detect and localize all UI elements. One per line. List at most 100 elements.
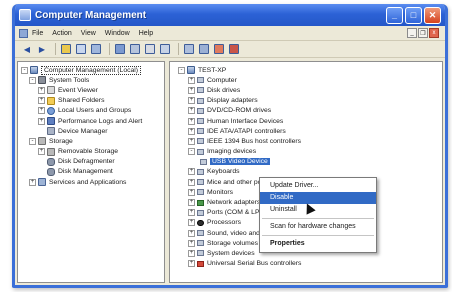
camera-icon [200, 158, 207, 165]
expand-toggle[interactable]: + [38, 107, 45, 115]
menu-file[interactable]: File [32, 30, 43, 37]
mdi-close-button[interactable]: x [429, 28, 439, 38]
scan-hardware-icon[interactable] [183, 43, 195, 55]
tree-item-disk-management[interactable]: Disk Management [20, 167, 162, 177]
minimize-button[interactable]: _ [386, 6, 403, 24]
collapse-toggle[interactable]: - [21, 66, 28, 74]
expand-toggle[interactable]: + [188, 178, 195, 186]
device-category-computer[interactable]: + Computer [172, 75, 440, 85]
device-category-disk-drives[interactable]: + Disk drives [172, 85, 440, 95]
device-manager-icon [47, 127, 55, 136]
device-category-label: IEEE 1394 Bus host controllers [207, 137, 302, 145]
context-update-driver[interactable]: Update Driver... [260, 180, 376, 192]
tree-item-label: Local Users and Groups [58, 107, 132, 115]
device-category-label: Disk drives [207, 86, 241, 94]
tree-item-system-tools[interactable]: - System Tools [20, 75, 162, 85]
window-title: Computer Management [35, 9, 147, 21]
print-icon[interactable] [144, 43, 156, 55]
device-category-ide-controllers[interactable]: + IDE ATA/ATAPI controllers [172, 126, 440, 136]
expand-toggle[interactable]: + [188, 168, 195, 176]
context-scan-hardware[interactable]: Scan for hardware changes [260, 221, 376, 233]
device-category-imaging-devices[interactable]: - Imaging devices [172, 147, 440, 157]
dvd-icon [197, 107, 204, 114]
menu-help[interactable]: Help [139, 30, 153, 37]
expand-toggle[interactable]: + [188, 249, 195, 257]
tree-item-performance-logs[interactable]: + Performance Logs and Alert [20, 116, 162, 126]
tree-item-disk-defragmenter[interactable]: Disk Defragmenter [20, 157, 162, 167]
computer-icon [187, 66, 195, 75]
device-category-dvd-drives[interactable]: + DVD/CD-ROM drives [172, 106, 440, 116]
back-arrow-icon[interactable]: ◀ [21, 43, 33, 55]
device-category-label: Human Interface Devices [207, 117, 284, 125]
tree-item-local-users[interactable]: + Local Users and Groups [20, 106, 162, 116]
expand-toggle[interactable]: + [188, 219, 195, 227]
tree-item-event-viewer[interactable]: + Event Viewer [20, 85, 162, 95]
display-icon [197, 97, 204, 104]
tree-item-services-applications[interactable]: + Services and Applications [20, 177, 162, 187]
tree-item-storage[interactable]: - Storage [20, 136, 162, 146]
title-bar[interactable]: Computer Management _ □ ✕ [15, 4, 445, 26]
device-category-display-adapters[interactable]: + Display adapters [172, 96, 440, 106]
menu-action[interactable]: Action [52, 30, 71, 37]
expand-toggle[interactable]: + [188, 127, 195, 135]
expand-toggle[interactable]: + [29, 178, 36, 186]
device-category-usb-controllers[interactable]: + Universal Serial Bus controllers [172, 259, 440, 269]
expand-toggle[interactable]: + [188, 188, 195, 196]
collapse-toggle[interactable]: - [178, 66, 185, 74]
expand-toggle[interactable]: + [188, 97, 195, 105]
up-folder-icon[interactable] [60, 43, 72, 55]
device-category-label: Storage volumes [207, 239, 259, 247]
collapse-toggle[interactable]: - [29, 76, 36, 84]
tree-item-computer-management[interactable]: - Computer Management (Local) [20, 65, 162, 75]
tree-item-removable-storage[interactable]: + Removable Storage [20, 147, 162, 157]
disable-icon[interactable] [228, 43, 240, 55]
tree-item-device-manager[interactable]: Device Manager [20, 126, 162, 136]
menu-view[interactable]: View [81, 30, 96, 37]
expand-toggle[interactable]: + [188, 239, 195, 247]
forward-arrow-icon[interactable]: ▶ [36, 43, 48, 55]
mdi-restore-button[interactable]: ❐ [418, 28, 428, 38]
expand-toggle[interactable]: + [188, 209, 195, 217]
expand-toggle[interactable]: + [188, 199, 195, 207]
expand-toggle[interactable]: + [188, 260, 195, 268]
menu-window[interactable]: Window [105, 30, 130, 37]
document-icon[interactable] [19, 28, 28, 38]
expand-toggle[interactable]: + [188, 76, 195, 84]
device-category-hid[interactable]: + Human Interface Devices [172, 116, 440, 126]
expand-toggle[interactable]: + [38, 148, 45, 156]
show-hide-tree-icon[interactable] [75, 43, 87, 55]
collapse-toggle[interactable]: - [188, 148, 195, 156]
device-category-keyboards[interactable]: + Keyboards [172, 167, 440, 177]
properties-icon[interactable] [90, 43, 102, 55]
context-properties[interactable]: Properties [260, 238, 376, 250]
device-tree-root[interactable]: - TEST-XP [172, 65, 440, 75]
refresh-icon[interactable] [159, 43, 171, 55]
mdi-minimize-button[interactable]: _ [407, 28, 417, 38]
device-category-label: Monitors [207, 188, 234, 196]
tree-item-label: Services and Applications [49, 178, 127, 186]
tree-item-shared-folders[interactable]: + Shared Folders [20, 96, 162, 106]
export-icon[interactable] [129, 43, 141, 55]
usb-icon [197, 260, 204, 267]
device-category-label: Imaging devices [207, 148, 257, 156]
expand-toggle[interactable]: + [38, 117, 45, 125]
expand-toggle[interactable]: + [188, 229, 195, 237]
expand-toggle[interactable]: + [188, 137, 195, 145]
expand-toggle[interactable]: + [188, 117, 195, 125]
maximize-button[interactable]: □ [405, 6, 422, 24]
expand-toggle[interactable]: + [38, 97, 45, 105]
console-tree-pane[interactable]: - Computer Management (Local) - System T… [17, 61, 165, 283]
context-uninstall[interactable]: Uninstall [260, 204, 376, 216]
help-icon[interactable] [114, 43, 126, 55]
close-button[interactable]: ✕ [424, 6, 441, 24]
device-usb-video-device[interactable]: USB Video Device [172, 157, 440, 167]
context-disable[interactable]: Disable [260, 192, 376, 204]
services-icon [38, 178, 46, 187]
expand-toggle[interactable]: + [188, 107, 195, 115]
device-category-ieee1394[interactable]: + IEEE 1394 Bus host controllers [172, 136, 440, 146]
collapse-toggle[interactable]: - [29, 137, 36, 145]
update-driver-icon[interactable] [198, 43, 210, 55]
uninstall-icon[interactable] [213, 43, 225, 55]
expand-toggle[interactable]: + [188, 86, 195, 94]
expand-toggle[interactable]: + [38, 86, 45, 94]
